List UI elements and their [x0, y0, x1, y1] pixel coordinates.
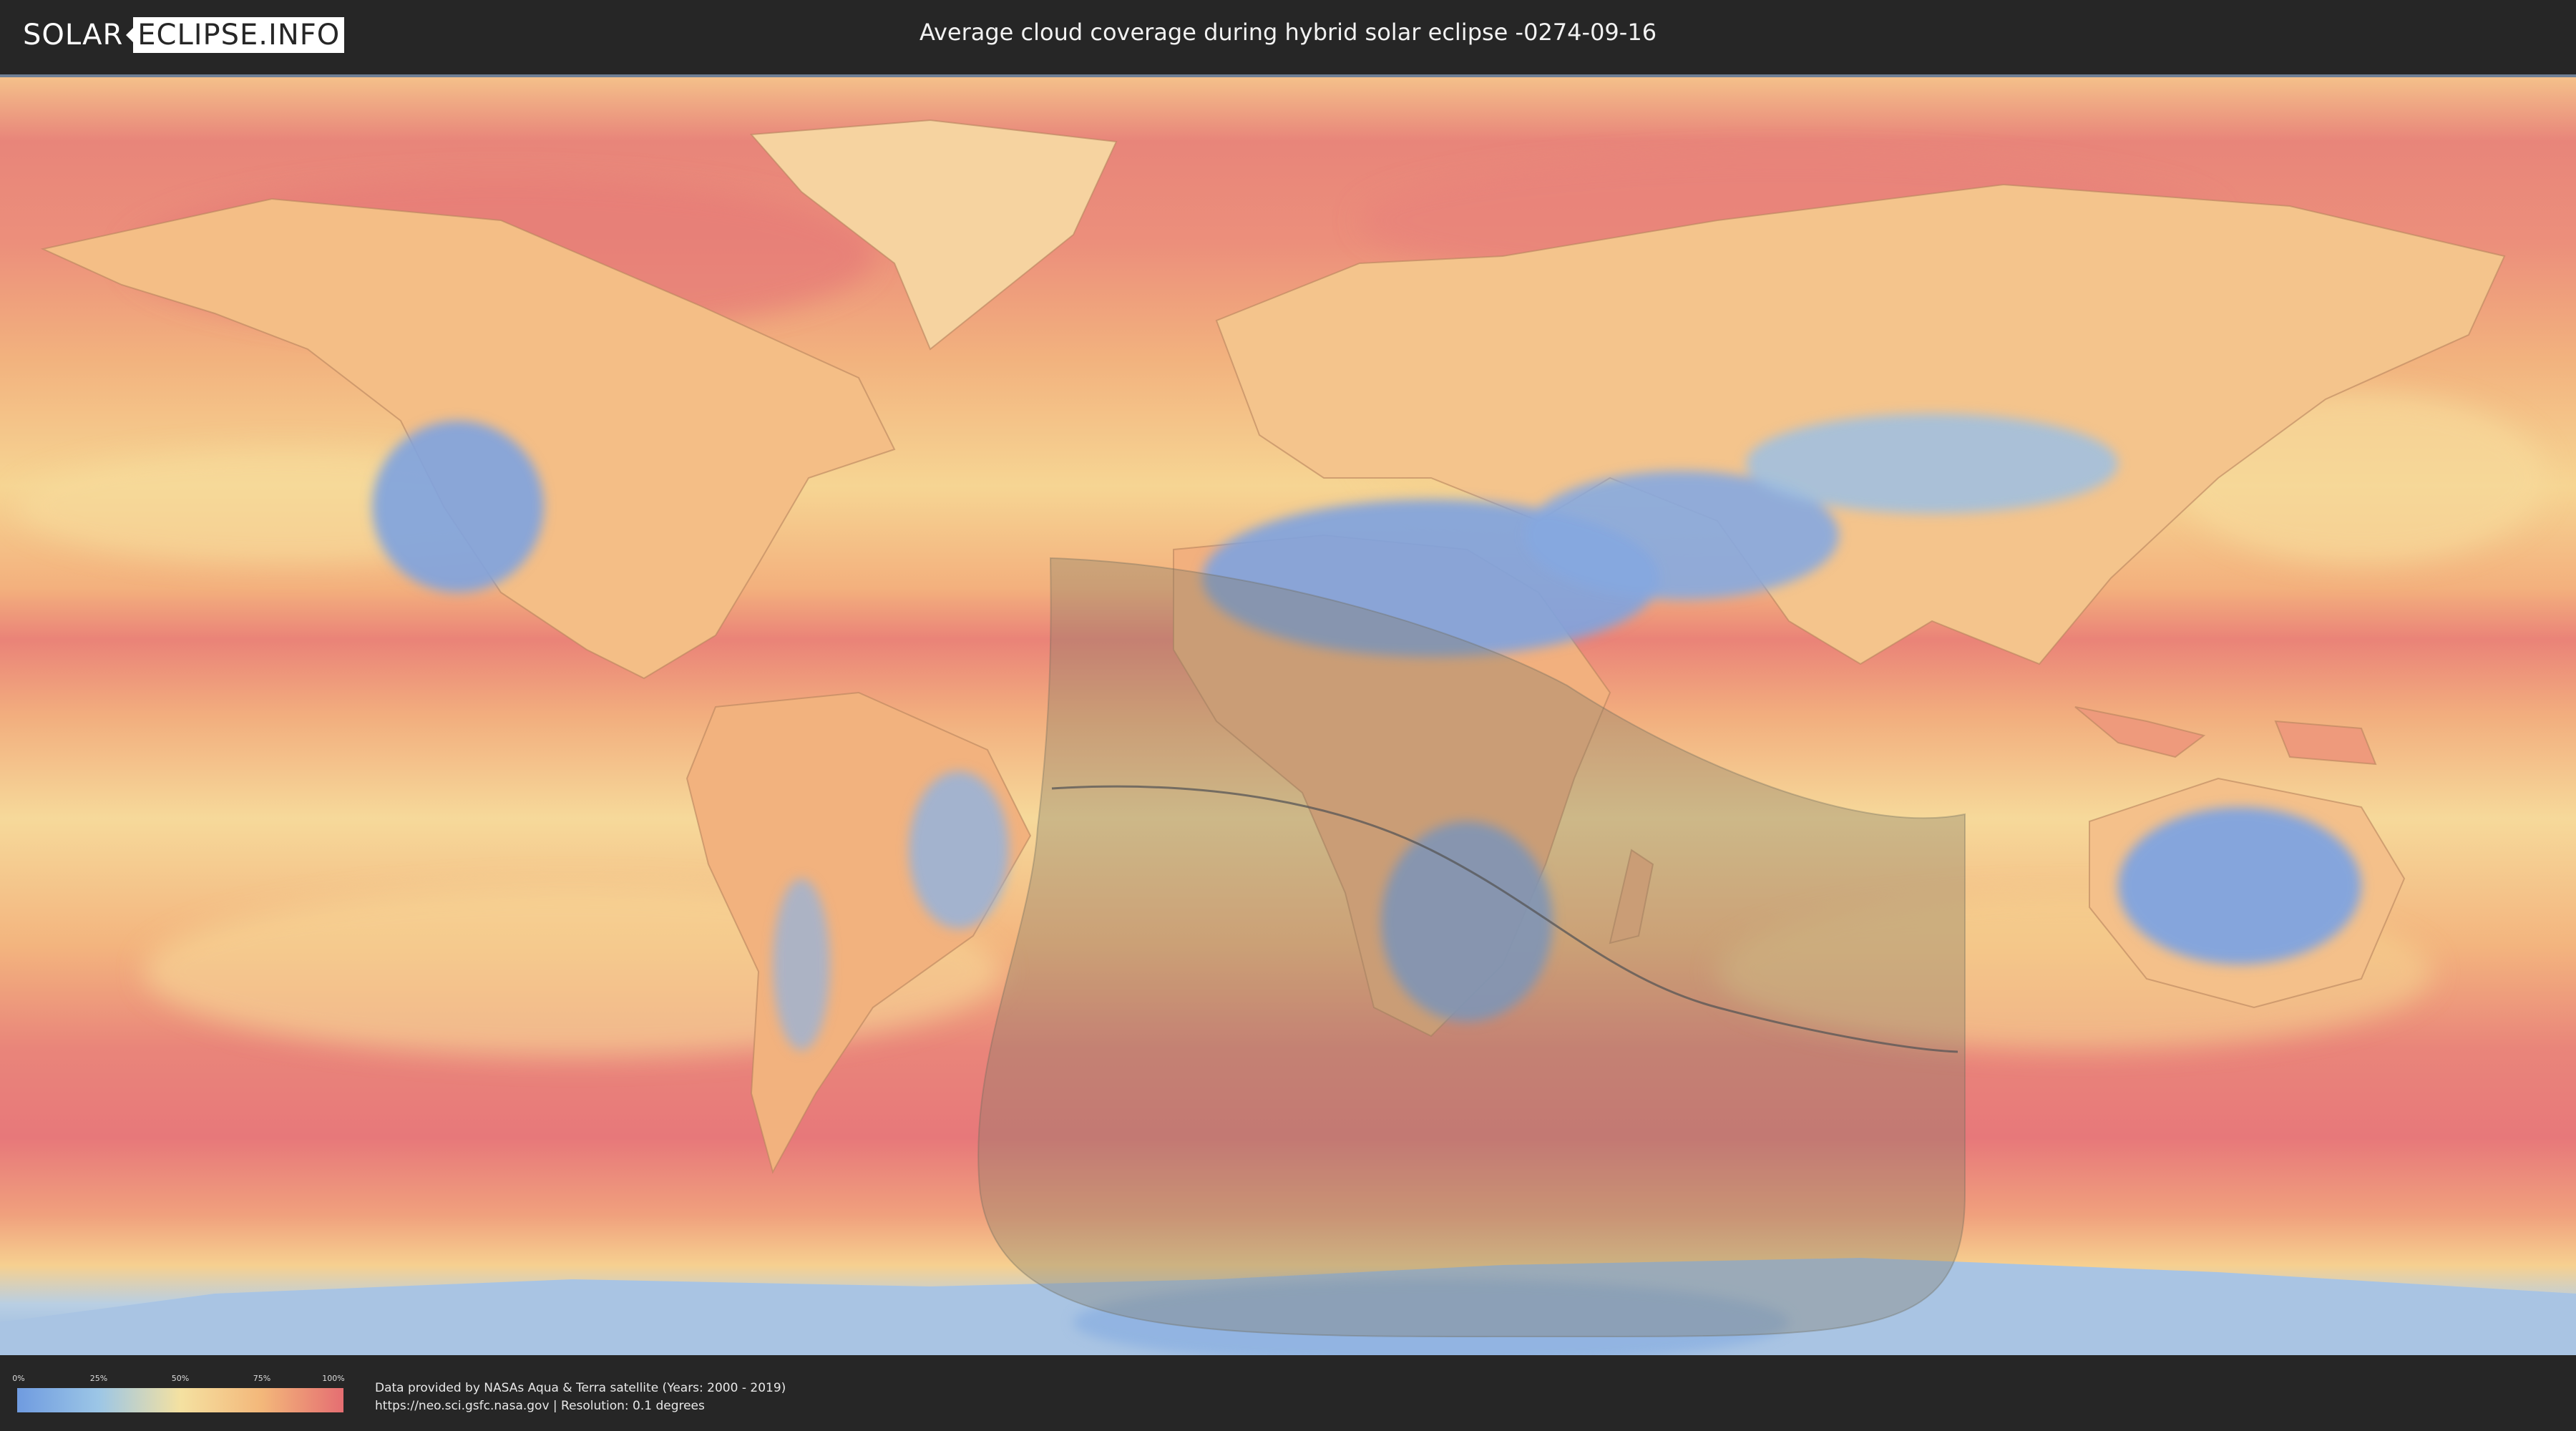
legend-color-bar	[17, 1388, 343, 1412]
legend-tick-100: 100%	[322, 1374, 345, 1383]
legend-tick-0: 0%	[12, 1374, 25, 1383]
credit-line-url[interactable]: https://neo.sci.gsfc.nasa.gov | Resoluti…	[375, 1397, 786, 1415]
credit-line-source: Data provided by NASAs Aqua & Terra sate…	[375, 1381, 786, 1395]
data-credits: Data provided by NASAs Aqua & Terra sate…	[375, 1379, 786, 1415]
legend-tick-50: 50%	[171, 1374, 190, 1383]
legend-tick-75: 75%	[253, 1374, 271, 1383]
world-map-svg	[0, 77, 2576, 1355]
cloud-coverage-legend: 0% 25% 50% 75% 100%	[12, 1374, 345, 1412]
cloud-coverage-map[interactable]	[0, 74, 2576, 1355]
page-title: Average cloud coverage during hybrid sol…	[919, 19, 1657, 46]
legend-ticks: 0% 25% 50% 75% 100%	[12, 1374, 345, 1385]
header-bar: SOLAR ECLIPSE.INFO Average cloud coverag…	[0, 0, 2576, 72]
footer-bar: 0% 25% 50% 75% 100% Data provided by NAS…	[0, 1359, 2576, 1431]
legend-tick-25: 25%	[89, 1374, 108, 1383]
